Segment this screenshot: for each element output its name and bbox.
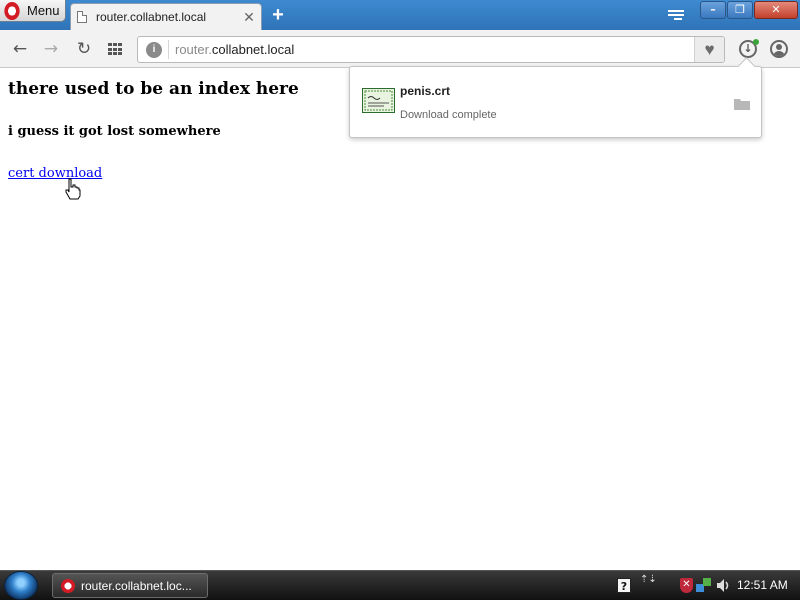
heart-icon[interactable]: ♥ — [694, 37, 724, 62]
clock[interactable]: 12:51 AM — [737, 578, 788, 592]
volume-icon[interactable] — [716, 578, 731, 593]
page-content: there used to be an index here i guess i… — [0, 69, 800, 570]
close-window-button[interactable]: ✕ — [754, 1, 798, 19]
download-popup: penis.crt Download complete — [349, 66, 762, 138]
tab-title: router.collabnet.local — [96, 10, 207, 24]
site-info-icon[interactable]: i — [146, 42, 162, 58]
certificate-icon — [362, 88, 395, 113]
menu-label: Menu — [27, 3, 60, 18]
url-domain: collabnet.local — [211, 42, 295, 57]
download-indicator-dot — [753, 39, 759, 45]
reload-icon[interactable]: ↻ — [74, 39, 94, 59]
hand-cursor-icon — [65, 178, 81, 200]
address-bar[interactable]: i router.collabnet.local ♥ — [137, 36, 725, 63]
tab-active[interactable]: router.collabnet.local ✕ — [70, 3, 262, 30]
tray-expand-icon[interactable]: ⇡⇣ — [640, 574, 657, 585]
taskbar-item-label: router.collabnet.loc... — [81, 578, 192, 593]
download-icon[interactable]: ↓ — [739, 39, 759, 58]
minimize-button[interactable]: – — [700, 1, 726, 19]
speed-dial-icon[interactable] — [108, 43, 122, 56]
cert-download-link[interactable]: cert download — [8, 166, 102, 181]
start-orb-icon[interactable] — [4, 571, 38, 600]
opera-task-icon — [61, 578, 75, 593]
network-icon[interactable] — [696, 578, 712, 593]
forward-icon[interactable]: → — [41, 39, 61, 59]
tab-close-icon[interactable]: ✕ — [241, 9, 257, 26]
url-text[interactable]: router.collabnet.local — [175, 42, 294, 57]
opera-menu-button[interactable]: Menu — [0, 0, 66, 22]
download-file-name[interactable]: penis.crt — [400, 84, 450, 98]
page-heading: there used to be an index here — [8, 79, 299, 99]
taskbar-item-browser[interactable]: router.collabnet.loc... — [52, 573, 208, 598]
maximize-button[interactable]: ❐ — [727, 1, 753, 19]
tab-menu-icon[interactable] — [666, 8, 686, 22]
url-subdomain: router. — [175, 42, 212, 57]
folder-icon[interactable] — [734, 98, 750, 110]
download-arrow: ↓ — [743, 42, 753, 55]
shield-icon[interactable]: ✕ — [680, 578, 693, 593]
address-separator — [168, 40, 169, 59]
profile-icon[interactable] — [770, 40, 788, 58]
taskbar: router.collabnet.loc... ? ⇡⇣ ✕ 12:51 AM — [0, 570, 800, 600]
help-icon[interactable]: ? — [617, 578, 631, 593]
new-tab-button[interactable]: + — [268, 4, 288, 26]
download-status: Download complete — [400, 109, 497, 121]
page-subheading: i guess it got lost somewhere — [8, 124, 221, 139]
browser-toolbar: ← → ↻ i router.collabnet.local ♥ ↓ — [0, 30, 800, 68]
opera-logo-icon — [4, 1, 20, 20]
page-icon — [77, 11, 87, 23]
title-bar: Menu router.collabnet.local ✕ + – ❐ ✕ — [0, 0, 800, 30]
back-icon[interactable]: ← — [10, 39, 30, 59]
